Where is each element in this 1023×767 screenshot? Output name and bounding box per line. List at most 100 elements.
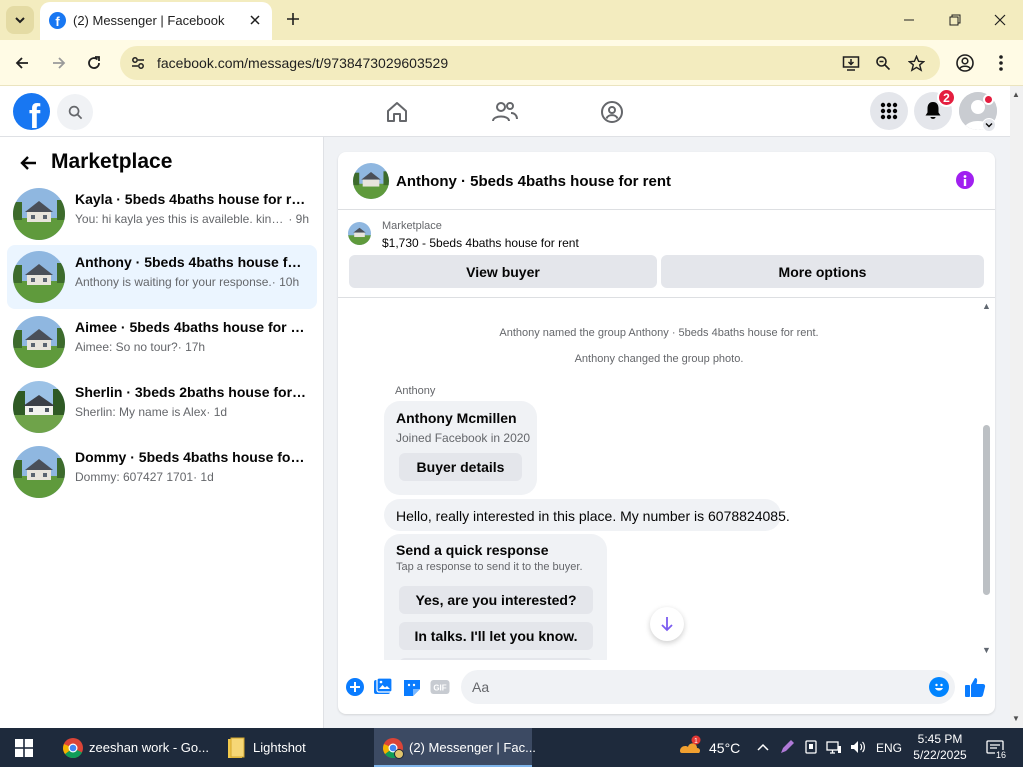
browser-tab-messenger[interactable]: f (2) Messenger | Facebook <box>40 2 272 40</box>
back-button[interactable] <box>16 151 40 175</box>
scroll-up-arrow-icon[interactable]: ▲ <box>1012 90 1020 99</box>
tab-search-button[interactable] <box>6 6 34 34</box>
listing-thumbnail <box>13 446 65 498</box>
snippet-text: You: hi kayla yes this is availeble. kin… <box>75 212 289 226</box>
facebook-search-button[interactable] <box>57 94 93 130</box>
chat-title[interactable]: Anthony · 5beds 4baths house for rent <box>396 173 671 190</box>
listing-thumbnail <box>13 316 65 368</box>
scroll-up-arrow-icon[interactable]: ▲ <box>982 301 991 311</box>
friends-nav-button[interactable] <box>491 98 519 126</box>
groups-nav-button[interactable] <box>598 98 626 126</box>
chrome-icon <box>62 736 84 760</box>
close-window-button[interactable] <box>977 0 1023 40</box>
close-tab-button[interactable] <box>246 11 264 29</box>
scroll-down-arrow-icon[interactable]: ▼ <box>1012 714 1020 723</box>
back-button[interactable] <box>7 48 37 78</box>
notification-center-count: 16 <box>994 750 1007 760</box>
taskbar-app-chrome-work[interactable]: zeeshan work - Go... <box>56 728 209 767</box>
conversation-item[interactable]: Kayla · 5beds 4baths house for rent You:… <box>7 182 317 246</box>
site-settings-icon[interactable] <box>129 54 147 72</box>
scrollbar-thumb[interactable] <box>983 425 990 595</box>
snippet-text: Aimee: So no tour? <box>75 340 178 354</box>
conversation-name: Dommy · 5beds 4baths house for rent <box>75 449 309 465</box>
browser-toolbar: facebook.com/messages/t/9738473029603529 <box>0 40 1023 86</box>
chevron-down-icon <box>985 123 993 128</box>
notification-center-button[interactable]: 16 <box>983 737 1007 760</box>
system-message: Anthony changed the group photo. <box>574 353 744 365</box>
marketplace-listing-bar: Marketplace $1,730 - 5beds 4baths house … <box>338 210 995 298</box>
conversation-item-active[interactable]: Anthony · 5beds 4baths house for rent An… <box>7 245 317 309</box>
facebook-logo[interactable]: f <box>13 93 50 130</box>
attach-photo-button[interactable] <box>373 677 393 697</box>
restore-icon <box>949 14 961 26</box>
forward-button[interactable] <box>44 48 74 78</box>
address-bar[interactable]: facebook.com/messages/t/9738473029603529 <box>120 46 940 80</box>
conversation-snippet: Anthony is waiting for your response. · … <box>75 275 309 289</box>
install-app-icon[interactable] <box>841 53 861 73</box>
snippet-time: · 1d <box>206 405 228 419</box>
volume-icon[interactable] <box>849 738 867 756</box>
taskbar-app-messenger[interactable]: (2) Messenger | Fac... <box>374 728 536 767</box>
quick-response-option[interactable]: Yes, are you interested? <box>399 586 593 614</box>
buyer-details-button[interactable]: Buyer details <box>399 453 522 481</box>
sticker-button[interactable] <box>402 677 422 697</box>
thread-scrollbar[interactable]: ▲ ▼ <box>981 298 993 660</box>
more-options-button[interactable]: More options <box>661 255 984 288</box>
scroll-to-bottom-button[interactable] <box>650 607 684 641</box>
taskbar-app-lightshot[interactable]: Lightshot <box>218 728 368 767</box>
bookmark-star-icon[interactable] <box>906 53 926 73</box>
minimize-button[interactable] <box>886 0 932 40</box>
more-actions-button[interactable] <box>345 677 365 697</box>
url-text[interactable]: facebook.com/messages/t/9738473029603529 <box>157 55 448 71</box>
quick-response-title: Send a quick response <box>396 542 549 558</box>
pen-icon[interactable] <box>778 738 796 756</box>
panel-title: Marketplace <box>51 150 173 173</box>
zoom-icon[interactable] <box>873 53 893 73</box>
weather-icon[interactable]: 1 <box>678 735 702 757</box>
photo-icon <box>374 677 393 694</box>
profile-alert-dot <box>983 94 994 105</box>
conversation-snippet: Aimee: So no tour? · 17h <box>75 340 309 354</box>
menu-button[interactable] <box>870 92 908 130</box>
info-icon[interactable] <box>956 171 974 189</box>
system-clock[interactable]: 5:45 PM 5/22/2025 <box>905 731 975 763</box>
listing-thumbnail <box>13 381 65 433</box>
home-nav-button[interactable] <box>383 98 411 126</box>
quick-response-option[interactable]: In talks. I'll let you know. <box>399 622 593 650</box>
input-language[interactable]: ENG <box>876 741 902 755</box>
network-icon[interactable] <box>825 738 843 756</box>
profile-icon[interactable] <box>954 52 976 74</box>
show-hidden-icons-button[interactable] <box>754 738 772 756</box>
like-button[interactable] <box>964 676 986 698</box>
conversation-item[interactable]: Dommy · 5beds 4baths house for rent Domm… <box>7 440 317 504</box>
start-button[interactable] <box>10 737 38 759</box>
emoji-button[interactable] <box>929 677 949 697</box>
reload-button[interactable] <box>79 48 109 78</box>
listing-title[interactable]: $1,730 - 5beds 4baths house for rent <box>382 236 579 250</box>
new-tab-button[interactable] <box>282 8 304 30</box>
chat-panel: Anthony · 5beds 4baths house for rent Ma… <box>338 152 995 714</box>
device-icon[interactable] <box>802 738 820 756</box>
chevron-up-icon <box>757 743 769 751</box>
message-input[interactable]: Aa <box>461 670 955 704</box>
conversation-item[interactable]: Sherlin · 3beds 2baths house for rent Sh… <box>7 375 317 439</box>
svg-text:GIF: GIF <box>433 684 446 693</box>
conversation-snippet: You: hi kayla yes this is availeble. kin… <box>75 212 309 226</box>
scroll-down-arrow-icon[interactable]: ▼ <box>982 645 991 655</box>
gif-button[interactable]: GIF <box>430 677 450 697</box>
buyer-profile-card: Anthony Mcmillen Joined Facebook in 2020… <box>384 401 537 495</box>
listing-thumbnail <box>348 222 371 245</box>
message-composer: GIF Aa <box>338 660 995 714</box>
apps-grid-icon <box>880 102 898 120</box>
snippet-text: Anthony is waiting for your response. <box>75 275 272 289</box>
group-photo[interactable] <box>353 163 389 199</box>
account-menu-button[interactable] <box>982 118 996 132</box>
temperature[interactable]: 45°C <box>709 740 740 756</box>
gif-icon: GIF <box>430 680 450 694</box>
page-scrollbar[interactable]: ▲ ▼ <box>1010 86 1023 728</box>
view-buyer-button[interactable]: View buyer <box>349 255 657 288</box>
browser-menu-icon[interactable] <box>990 52 1012 74</box>
snippet-time: · 10h <box>271 275 300 289</box>
restore-button[interactable] <box>932 0 978 40</box>
conversation-item[interactable]: Aimee · 5beds 4baths house for rent Aime… <box>7 310 317 374</box>
